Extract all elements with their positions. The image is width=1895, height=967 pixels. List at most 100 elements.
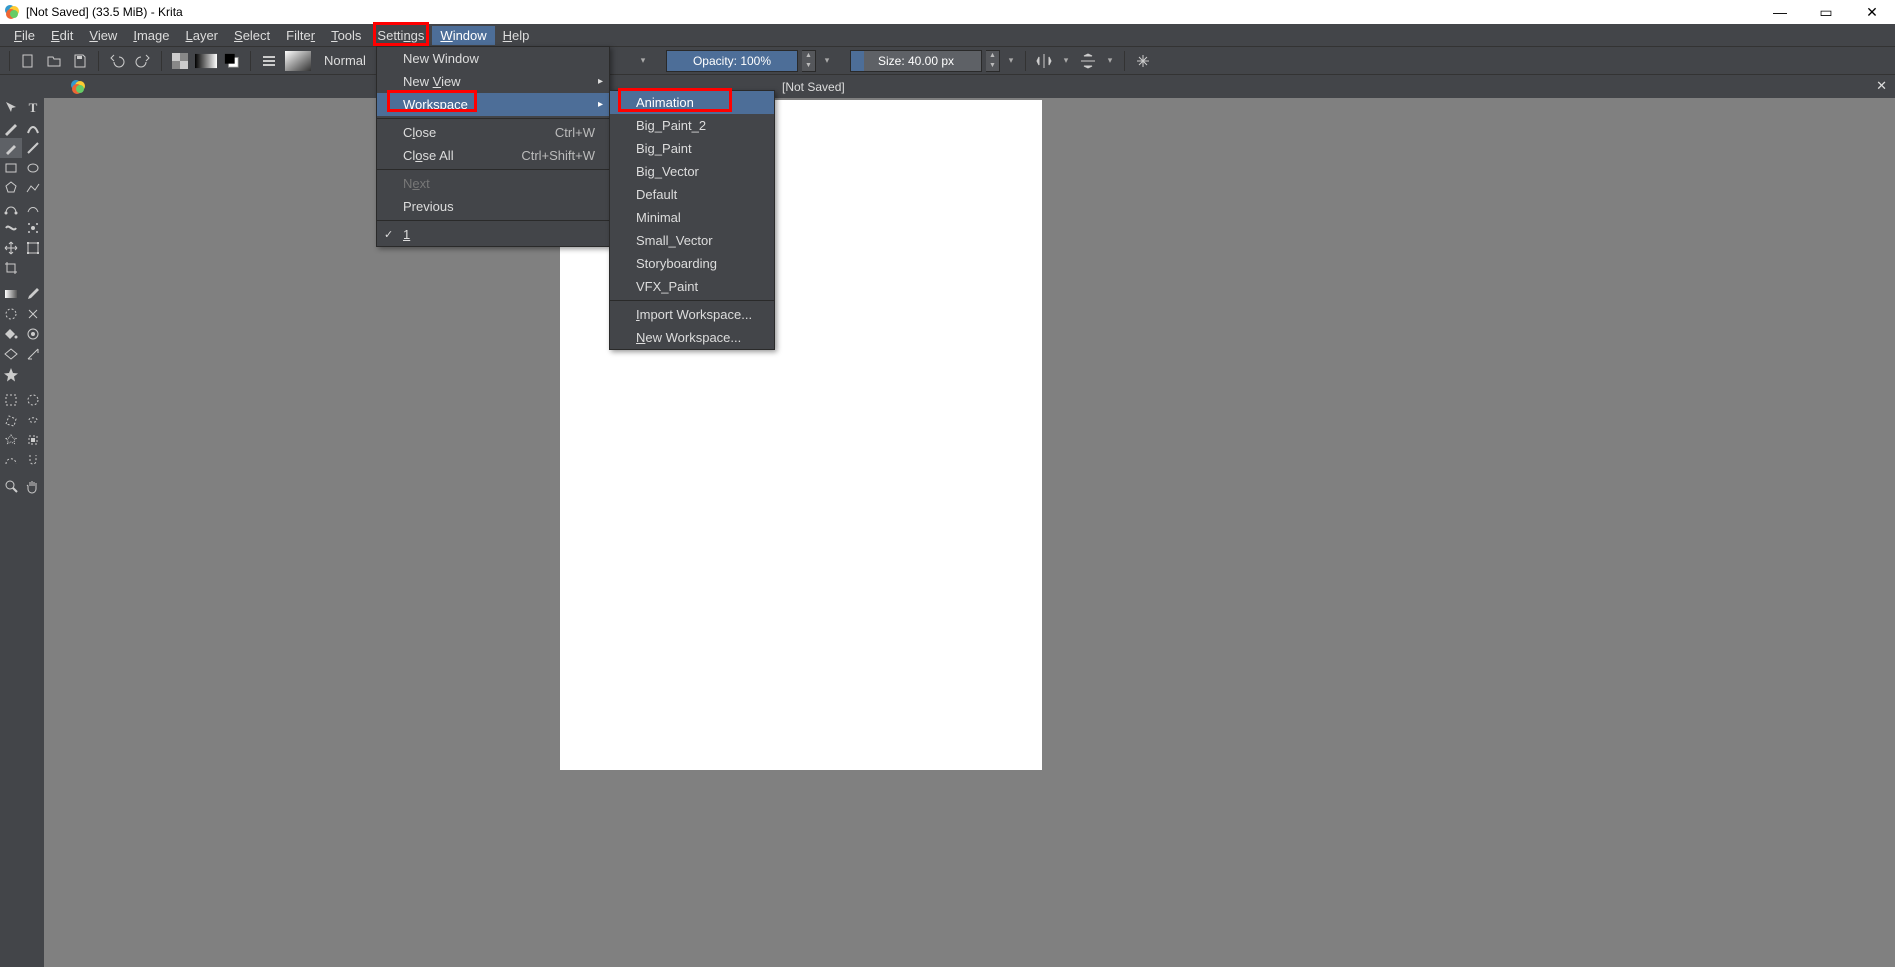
mirror-h-dropdown[interactable]: ▾ xyxy=(1059,55,1073,66)
rect-select-tool[interactable] xyxy=(0,390,22,410)
canvas-area[interactable] xyxy=(62,98,1895,967)
opacity-slider[interactable]: Opacity: 100% xyxy=(666,50,798,72)
measure-tool[interactable] xyxy=(22,344,44,364)
magnetic-select-tool[interactable] xyxy=(22,450,44,470)
assistant-tool[interactable] xyxy=(0,344,22,364)
menu-doc-1[interactable]: ✓1 xyxy=(377,223,609,246)
menu-new-window[interactable]: New Window xyxy=(377,47,609,70)
calligraphy-tool[interactable] xyxy=(22,118,44,138)
size-slider[interactable]: Size: 40.00 px xyxy=(850,50,982,72)
menu-image[interactable]: Image xyxy=(125,26,177,45)
pattern-swatch[interactable] xyxy=(169,50,191,72)
contiguous-select-tool[interactable] xyxy=(0,430,22,450)
menu-new-view[interactable]: New View▸ xyxy=(377,70,609,93)
document-close-icon[interactable]: ✕ xyxy=(1876,78,1887,94)
workspace-default[interactable]: Default xyxy=(610,183,774,206)
crop-tool[interactable] xyxy=(0,258,22,278)
titlebar: [Not Saved] (33.5 MiB) - Krita — ▭ ✕ xyxy=(0,0,1895,24)
menu-close-all[interactable]: Close AllCtrl+Shift+W xyxy=(377,144,609,167)
empty-tool-2 xyxy=(22,364,44,384)
freehand-select-tool[interactable] xyxy=(22,410,44,430)
empty-tool xyxy=(22,258,44,278)
menu-settings[interactable]: Settings xyxy=(369,26,432,45)
text-tool[interactable]: T xyxy=(22,98,44,118)
size-dropdown[interactable]: ▾ xyxy=(1004,55,1018,66)
menu-tools[interactable]: Tools xyxy=(323,26,369,45)
document-tab-label[interactable]: [Not Saved] xyxy=(782,80,845,94)
pan-tool[interactable] xyxy=(22,476,44,496)
open-file-button[interactable] xyxy=(43,50,65,72)
menu-view[interactable]: View xyxy=(81,26,125,45)
blend-mode-list-dropdown[interactable]: ▾ xyxy=(636,55,650,66)
bezier-select-tool[interactable] xyxy=(0,450,22,470)
workspace-big-paint[interactable]: Big_Paint xyxy=(610,137,774,160)
opacity-label: Opacity: 100% xyxy=(693,54,771,68)
transform-tool-2[interactable] xyxy=(22,238,44,258)
fill-tool[interactable] xyxy=(0,324,22,344)
gradient-tool[interactable] xyxy=(0,284,22,304)
similar-select-tool[interactable] xyxy=(22,430,44,450)
menu-filter[interactable]: Filter xyxy=(278,26,323,45)
reference-tool[interactable] xyxy=(0,364,22,384)
fgbg-color-swatch[interactable] xyxy=(221,50,243,72)
workspace-animation[interactable]: Animation xyxy=(610,91,774,114)
save-file-button[interactable] xyxy=(69,50,91,72)
menu-layer[interactable]: Layer xyxy=(177,26,226,45)
polyline-tool[interactable] xyxy=(22,178,44,198)
workspace-big-vector[interactable]: Big_Vector xyxy=(610,160,774,183)
mirror-horizontal-button[interactable] xyxy=(1033,50,1055,72)
workspace-new[interactable]: New Workspace... xyxy=(610,326,774,349)
brush-settings-button[interactable] xyxy=(258,50,280,72)
menu-window[interactable]: Window xyxy=(432,26,494,45)
menu-help[interactable]: Help xyxy=(495,26,538,45)
colorize-mask-tool[interactable] xyxy=(0,304,22,324)
transform-tool[interactable] xyxy=(0,98,22,118)
color-picker-tool[interactable] xyxy=(22,284,44,304)
undo-button[interactable] xyxy=(106,50,128,72)
workspace-storyboarding[interactable]: Storyboarding xyxy=(610,252,774,275)
maximize-button[interactable]: ▭ xyxy=(1803,0,1849,24)
menu-file[interactable]: File xyxy=(6,26,43,45)
close-button[interactable]: ✕ xyxy=(1849,0,1895,24)
wraparound-button[interactable] xyxy=(1132,50,1154,72)
workspace-small-vector[interactable]: Small_Vector xyxy=(610,229,774,252)
workspace-big-paint-2[interactable]: Big_Paint_2 xyxy=(610,114,774,137)
mirror-v-dropdown[interactable]: ▾ xyxy=(1103,55,1117,66)
redo-button[interactable] xyxy=(132,50,154,72)
menu-workspace[interactable]: Workspace▸ xyxy=(377,93,609,116)
brush-preset-button[interactable] xyxy=(284,50,312,72)
workspace-import[interactable]: Import Workspace... xyxy=(610,303,774,326)
multibrush-tool[interactable] xyxy=(22,218,44,238)
pattern-edit-tool[interactable] xyxy=(22,324,44,344)
opacity-spin[interactable]: ▲▼ xyxy=(802,50,816,72)
menu-edit[interactable]: Edit xyxy=(43,26,81,45)
polygon-tool[interactable] xyxy=(0,178,22,198)
bezier-tool[interactable] xyxy=(0,198,22,218)
zoom-tool[interactable] xyxy=(0,476,22,496)
new-file-button[interactable] xyxy=(17,50,39,72)
edit-shapes-tool[interactable] xyxy=(0,118,22,138)
ellipse-tool[interactable] xyxy=(22,158,44,178)
move-tool[interactable] xyxy=(0,238,22,258)
workspace-vfx-paint[interactable]: VFX_Paint xyxy=(610,275,774,298)
blend-mode-selector[interactable]: Normal xyxy=(316,53,374,68)
freehand-brush-tool[interactable] xyxy=(0,138,22,158)
opacity-dropdown[interactable]: ▾ xyxy=(820,55,834,66)
polygon-select-tool[interactable] xyxy=(0,410,22,430)
menu-select[interactable]: Select xyxy=(226,26,278,45)
line-tool[interactable] xyxy=(22,138,44,158)
dynamic-brush-tool[interactable] xyxy=(0,218,22,238)
toolbar: Normal ▾ Opacity: 100% ▲▼ ▾ Size: 40.00 … xyxy=(0,46,1895,74)
minimize-button[interactable]: — xyxy=(1757,0,1803,24)
menu-close[interactable]: CloseCtrl+W xyxy=(377,121,609,144)
workspace-minimal[interactable]: Minimal xyxy=(610,206,774,229)
rectangle-tool[interactable] xyxy=(0,158,22,178)
menu-previous[interactable]: Previous xyxy=(377,195,609,218)
size-label: Size: 40.00 px xyxy=(878,54,954,68)
gradient-swatch[interactable] xyxy=(195,50,217,72)
mirror-vertical-button[interactable] xyxy=(1077,50,1099,72)
ellipse-select-tool[interactable] xyxy=(22,390,44,410)
smart-patch-tool[interactable] xyxy=(22,304,44,324)
freehand-path-tool[interactable] xyxy=(22,198,44,218)
size-spin[interactable]: ▲▼ xyxy=(986,50,1000,72)
